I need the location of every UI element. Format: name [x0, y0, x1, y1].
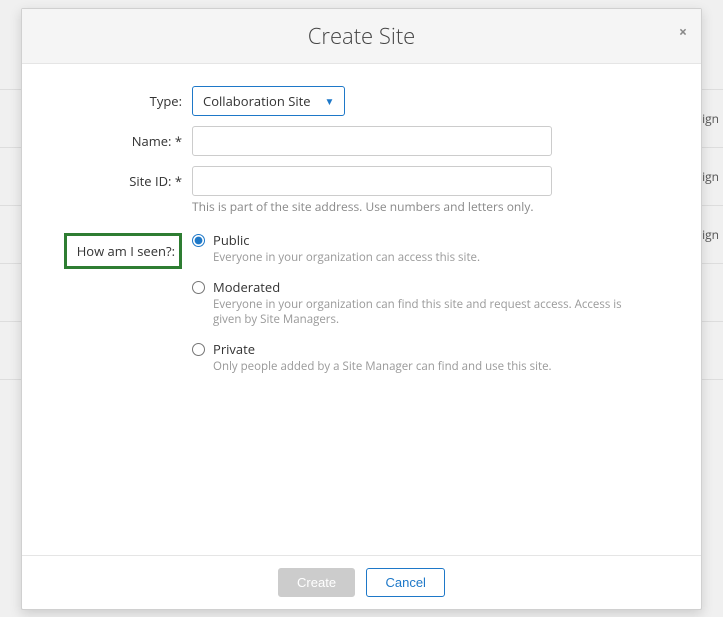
- radio-moderated-label: Moderated: [213, 278, 653, 296]
- site-id-label: Site ID: *: [52, 166, 192, 190]
- name-input[interactable]: [192, 126, 552, 156]
- visibility-label: How am I seen?:: [77, 242, 175, 260]
- radio-private-label: Private: [213, 340, 552, 358]
- radio-moderated[interactable]: [192, 281, 205, 294]
- radio-public-label: Public: [213, 231, 480, 249]
- cancel-button[interactable]: Cancel: [366, 568, 444, 597]
- field-site-id: Site ID: * This is part of the site addr…: [52, 166, 671, 215]
- type-select[interactable]: Collaboration Site ▼: [192, 86, 345, 116]
- field-type: Type: Collaboration Site ▼: [52, 86, 671, 116]
- type-select-value: Collaboration Site: [203, 92, 311, 110]
- visibility-option-public[interactable]: Public Everyone in your organization can…: [192, 231, 671, 266]
- modal-header: Create Site ×: [22, 9, 701, 64]
- visibility-option-private[interactable]: Private Only people added by a Site Mana…: [192, 340, 671, 375]
- modal-body: Type: Collaboration Site ▼ Name: * Site …: [22, 64, 701, 555]
- field-name: Name: *: [52, 126, 671, 156]
- name-label: Name: *: [52, 126, 192, 150]
- type-label: Type:: [52, 86, 192, 110]
- visibility-label-highlight: How am I seen?:: [64, 233, 182, 269]
- create-site-modal: Create Site × Type: Collaboration Site ▼…: [21, 8, 702, 610]
- close-icon[interactable]: ×: [679, 23, 687, 42]
- radio-private[interactable]: [192, 343, 205, 356]
- radio-public-desc: Everyone in your organization can access…: [213, 251, 480, 266]
- field-visibility: How am I seen?: Public Everyone in your …: [52, 229, 671, 387]
- site-id-help: This is part of the site address. Use nu…: [192, 198, 671, 215]
- create-button[interactable]: Create: [278, 568, 355, 597]
- radio-private-desc: Only people added by a Site Manager can …: [213, 360, 552, 375]
- visibility-option-moderated[interactable]: Moderated Everyone in your organization …: [192, 278, 671, 328]
- chevron-down-icon: ▼: [325, 94, 335, 108]
- radio-public[interactable]: [192, 234, 205, 247]
- radio-moderated-desc: Everyone in your organization can find t…: [213, 298, 653, 328]
- modal-footer: Create Cancel: [22, 555, 701, 609]
- modal-title: Create Site: [38, 21, 685, 51]
- site-id-input[interactable]: [192, 166, 552, 196]
